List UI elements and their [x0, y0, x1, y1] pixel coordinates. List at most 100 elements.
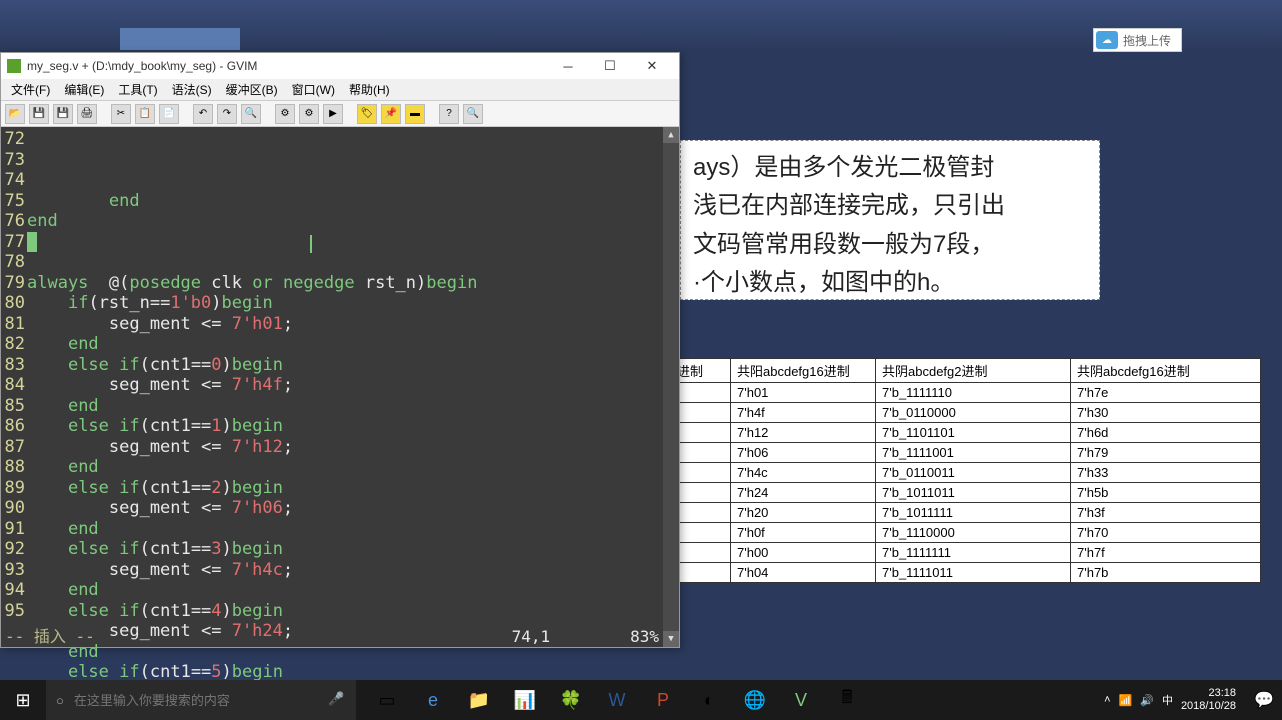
menu-item[interactable]: 缓冲区(B) [220, 79, 284, 100]
taskbar-clock[interactable]: 23:18 2018/10/28 [1181, 687, 1236, 713]
table-row: 7'h067'b_11110017'h79 [671, 443, 1261, 463]
scroll-up-icon[interactable]: ▲ [663, 127, 679, 143]
taskbar-search[interactable]: ○ 🎤 [46, 680, 356, 720]
print-icon[interactable]: 🖨 [77, 104, 97, 124]
word-icon[interactable]: W [594, 680, 640, 720]
help-icon[interactable]: ? [439, 104, 459, 124]
menu-item[interactable]: 帮助(H) [343, 79, 396, 100]
code-line[interactable]: end [27, 396, 663, 417]
taskview-icon[interactable]: ▭ [364, 680, 410, 720]
shell-icon[interactable]: ▶ [323, 104, 343, 124]
table-cell: 7'b_1111001 [876, 443, 1071, 463]
code-line[interactable]: seg_ment <= 7'h01; [27, 314, 663, 335]
calc-icon[interactable]: 🖩 [824, 680, 870, 720]
menu-item[interactable]: 窗口(W) [286, 79, 341, 100]
line-number: 72 [1, 129, 27, 150]
minimize-button[interactable]: ─ [547, 53, 589, 79]
start-button[interactable]: ⊞ [0, 680, 46, 720]
line-number: 83 [1, 355, 27, 376]
maximize-button[interactable]: ☐ [589, 53, 631, 79]
code-line[interactable]: else if(cnt1==2)begin [27, 478, 663, 499]
line-number: 89 [1, 478, 27, 499]
edge-icon[interactable]: e [410, 680, 456, 720]
code-line[interactable]: end [27, 211, 663, 232]
menu-item[interactable]: 工具(T) [112, 79, 163, 100]
table-cell: 7'h20 [731, 503, 876, 523]
saveall-icon[interactable]: 💾 [53, 104, 73, 124]
menu-item[interactable]: 编辑(E) [58, 79, 110, 100]
browser-tab[interactable] [120, 28, 240, 50]
mic-icon[interactable]: 🎤 [328, 691, 346, 709]
cloud-upload-button[interactable]: ☁ 拖拽上传 [1093, 28, 1182, 52]
paste-icon[interactable]: 📄 [159, 104, 179, 124]
code-area[interactable]: endend always @(posedge clk or negedge r… [27, 127, 663, 647]
globe-icon[interactable]: 🌐 [732, 680, 778, 720]
app-icon[interactable]: ◐ [686, 680, 732, 720]
table-cell: 7'h4f [731, 403, 876, 423]
code-line[interactable]: else if(cnt1==1)begin [27, 416, 663, 437]
table-cell: 7'b_0110000 [876, 403, 1071, 423]
find-icon[interactable]: 🔍 [241, 104, 261, 124]
redo-icon[interactable]: ↷ [217, 104, 237, 124]
ime-icon[interactable]: 中 [1162, 692, 1173, 708]
code-line[interactable]: end [27, 334, 663, 355]
code-line[interactable]: end [27, 191, 663, 212]
table-cell: 7'h24 [731, 483, 876, 503]
table-row: 7'h127'b_11011017'h6d [671, 423, 1261, 443]
gvim-editor-area[interactable]: 7273747576777879808182838485868788899091… [1, 127, 679, 647]
copy-icon[interactable]: 📋 [135, 104, 155, 124]
line-number: 87 [1, 437, 27, 458]
cut-icon[interactable]: ✂ [111, 104, 131, 124]
gvim-statusline: -- 插入 -- 74,1 83% [1, 627, 663, 647]
code-line[interactable]: end [27, 519, 663, 540]
notification-center-icon[interactable]: 💬 [1246, 680, 1282, 720]
code-line[interactable]: seg_ment <= 7'h4f; [27, 375, 663, 396]
table-header: 共阴abcdefg2进制 [876, 359, 1071, 383]
line-number: 73 [1, 150, 27, 171]
code-line[interactable]: else if(cnt1==0)begin [27, 355, 663, 376]
seven-seg-table: 进制 共阳abcdefg16进制 共阴abcdefg2进制 共阴abcdefg1… [670, 358, 1261, 583]
menu-item[interactable]: 语法(S) [166, 79, 218, 100]
tool-icon[interactable]: ⚙ [299, 104, 319, 124]
powerpoint-icon[interactable]: P [640, 680, 686, 720]
code-line[interactable]: always @(posedge clk or negedge rst_n)be… [27, 273, 663, 294]
cloud-icon: ☁ [1096, 31, 1118, 49]
doc-line: ays）是由多个发光二极管封 [693, 149, 1087, 187]
table-row: 7'h017'b_11111107'h7e [671, 383, 1261, 403]
doc-line: 浅已在内部连接完成，只引出 [693, 187, 1087, 225]
code-line[interactable] [27, 232, 663, 253]
gvim-taskbar-icon[interactable]: V [778, 680, 824, 720]
search-help-icon[interactable]: 🔍 [463, 104, 483, 124]
open-icon[interactable]: 📂 [5, 104, 25, 124]
tray-expand-icon[interactable]: ˄ [1104, 694, 1110, 706]
code-line[interactable]: end [27, 457, 663, 478]
code-line[interactable]: if(rst_n==1'b0)begin [27, 293, 663, 314]
app-icon[interactable]: 🍀 [548, 680, 594, 720]
app-icon[interactable]: 📊 [502, 680, 548, 720]
search-input[interactable] [74, 693, 318, 708]
tool-icon[interactable]: ⚙ [275, 104, 295, 124]
volume-icon[interactable]: 🔊 [1140, 694, 1154, 707]
code-line[interactable]: else if(cnt1==4)begin [27, 601, 663, 622]
code-line[interactable]: seg_ment <= 7'h06; [27, 498, 663, 519]
code-line[interactable]: seg_ment <= 7'h12; [27, 437, 663, 458]
save-icon[interactable]: 💾 [29, 104, 49, 124]
tag-icon[interactable]: 🏷 [357, 104, 377, 124]
highlight-icon[interactable]: ▬ [405, 104, 425, 124]
table-cell: 7'h7b [1071, 563, 1261, 583]
menu-item[interactable]: 文件(F) [5, 79, 56, 100]
scroll-down-icon[interactable]: ▼ [663, 631, 679, 647]
network-icon[interactable]: 📶 [1119, 694, 1133, 707]
code-line[interactable] [27, 252, 663, 273]
table-cell: 7'h00 [731, 543, 876, 563]
explorer-icon[interactable]: 📁 [456, 680, 502, 720]
undo-icon[interactable]: ↶ [193, 104, 213, 124]
code-line[interactable]: end [27, 580, 663, 601]
table-header-row: 进制 共阳abcdefg16进制 共阴abcdefg2进制 共阴abcdefg1… [671, 359, 1261, 383]
code-line[interactable]: else if(cnt1==3)begin [27, 539, 663, 560]
marker-icon[interactable]: 📌 [381, 104, 401, 124]
code-line[interactable]: seg_ment <= 7'h4c; [27, 560, 663, 581]
close-button[interactable]: ✕ [631, 53, 673, 79]
vertical-scrollbar[interactable]: ▲ ▼ [663, 127, 679, 647]
gvim-titlebar[interactable]: my_seg.v + (D:\mdy_book\my_seg) - GVIM ─… [1, 53, 679, 79]
